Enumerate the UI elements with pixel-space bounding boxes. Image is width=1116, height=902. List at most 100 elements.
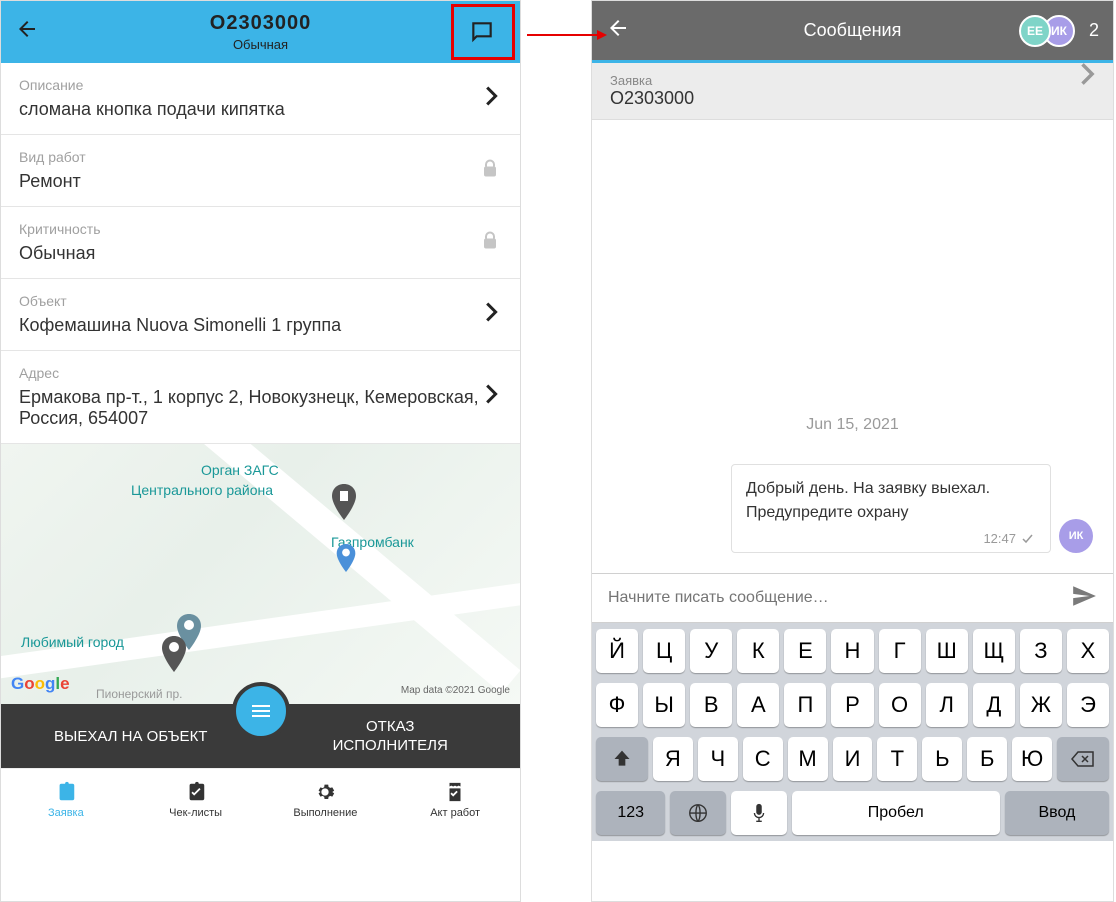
mic-icon [750,802,768,824]
letter-key[interactable]: Н [831,629,873,673]
letter-key[interactable]: У [690,629,732,673]
letter-key[interactable]: Б [967,737,1007,781]
request-link[interactable]: Заявка O2303000 [592,63,1113,120]
map-poi: Центрального района [131,482,273,498]
reject-button[interactable]: ОТКАЗ ИСПОЛНИТЕЛЯ [261,717,521,756]
letter-key[interactable]: В [690,683,732,727]
backspace-key[interactable] [1057,737,1109,781]
departed-button[interactable]: ВЫЕХАЛ НА ОБЪЕКТ [1,728,261,745]
clipboard-icon [55,781,77,803]
composer [592,573,1113,623]
globe-key[interactable] [670,791,726,835]
chevron-right-icon [486,384,498,410]
detail-row[interactable]: Описание сломана кнопка подачи кипятка [1,63,520,135]
messages-screen: Сообщения EE ИК 2 Заявка O2303000 Jun 15… [591,0,1114,902]
chat-date-separator: Jun 15, 2021 [612,416,1093,434]
ticket-header: O2303000 Обычная [1,1,520,63]
keyboard-mode-key[interactable]: 123 [596,791,665,835]
letter-key[interactable]: Э [1067,683,1109,727]
gear-icon [314,781,336,803]
letter-key[interactable]: Д [973,683,1015,727]
detail-value: Обычная [19,243,502,264]
letter-key[interactable]: Ы [643,683,685,727]
detail-label: Описание [19,77,502,93]
letter-key[interactable]: С [743,737,783,781]
detail-value: Кофемашина Nuova Simonelli 1 группа [19,315,502,336]
space-key[interactable]: Пробел [792,791,1000,835]
letter-key[interactable]: М [788,737,828,781]
letter-key[interactable]: Ю [1012,737,1052,781]
participants[interactable]: EE ИК 2 [1019,15,1099,47]
detail-value: Ремонт [19,171,502,192]
detail-label: Критичность [19,221,502,237]
chevron-right-icon [486,302,498,328]
letter-key[interactable]: А [737,683,779,727]
participant-count: 2 [1089,20,1099,41]
letter-key[interactable]: Г [879,629,921,673]
enter-key[interactable]: Ввод [1005,791,1109,835]
letter-key[interactable]: Щ [973,629,1015,673]
letter-key[interactable]: Е [784,629,826,673]
letter-key[interactable]: Ь [922,737,962,781]
message-input[interactable] [608,589,1071,607]
action-bar: ВЫЕХАЛ НА ОБЪЕКТ ОТКАЗ ИСПОЛНИТЕЛЯ [1,704,520,768]
backspace-icon [1071,750,1095,768]
letter-key[interactable]: З [1020,629,1062,673]
letter-key[interactable]: И [833,737,873,781]
letter-key[interactable]: Ш [926,629,968,673]
letter-key[interactable]: Я [653,737,693,781]
ticket-id: O2303000 [1,12,520,35]
letter-key[interactable]: Т [877,737,917,781]
letter-key[interactable]: Л [926,683,968,727]
lock-icon [482,159,498,182]
message-row: Добрый день. На заявку выехал. Предупред… [612,464,1093,553]
letter-key[interactable]: Р [831,683,873,727]
message-time: 12:47 [983,531,1016,546]
detail-row[interactable]: АдресЕрмакова пр-т., 1 корпус 2, Новокуз… [1,351,520,444]
letter-key[interactable]: Ф [596,683,638,727]
map-pin-icon[interactable] [336,544,356,572]
map-poi: Орган ЗАГС [201,462,279,478]
letter-key[interactable]: Ж [1020,683,1062,727]
message-text: Добрый день. На заявку выехал. Предупред… [746,477,1036,525]
request-label: Заявка [610,73,1081,88]
chat-button[interactable] [458,9,506,55]
chat-area[interactable]: Jun 15, 2021 Добрый день. На заявку выех… [592,120,1113,573]
shift-key[interactable] [596,737,648,781]
detail-row: Критичность Обычная [1,207,520,279]
nav-checklists[interactable]: Чек-листы [131,769,261,830]
google-logo: Google [11,674,70,694]
ticket-priority: Обычная [1,37,520,52]
nav-report[interactable]: Акт работ [390,769,520,830]
send-button[interactable] [1071,583,1097,614]
globe-icon [687,802,709,824]
nav-ticket[interactable]: Заявка [1,769,131,830]
chevron-right-icon [486,86,498,112]
check-icon [1022,534,1036,544]
map-pin-icon[interactable] [331,484,357,520]
bottom-nav: Заявка Чек-листы Выполнение Акт работ [1,768,520,830]
avatar: EE [1019,15,1051,47]
map-street: Пионерский пр. [96,687,182,701]
detail-row[interactable]: Объект Кофемашина Nuova Simonelli 1 групп… [1,279,520,351]
letter-key[interactable]: Й [596,629,638,673]
letter-key[interactable]: П [784,683,826,727]
request-id: O2303000 [610,88,1081,109]
mic-key[interactable] [731,791,787,835]
nav-execution[interactable]: Выполнение [261,769,391,830]
detail-label: Объект [19,293,502,309]
chevron-right-icon [1081,63,1095,91]
letter-key[interactable]: К [737,629,779,673]
message-bubble[interactable]: Добрый день. На заявку выехал. Предупред… [731,464,1051,553]
letter-key[interactable]: Ц [643,629,685,673]
detail-value: сломана кнопка подачи кипятка [19,99,502,120]
report-icon [444,781,466,803]
menu-fab[interactable] [232,682,290,740]
letter-key[interactable]: О [879,683,921,727]
letter-key[interactable]: Х [1067,629,1109,673]
ticket-detail-screen: O2303000 Обычная Описание сломана кнопка … [0,0,521,902]
letter-key[interactable]: Ч [698,737,738,781]
map-pin-icon[interactable] [161,636,187,672]
message-avatar: ИК [1059,519,1093,553]
map-view[interactable]: Орган ЗАГС Центрального района Газпромба… [1,444,520,704]
